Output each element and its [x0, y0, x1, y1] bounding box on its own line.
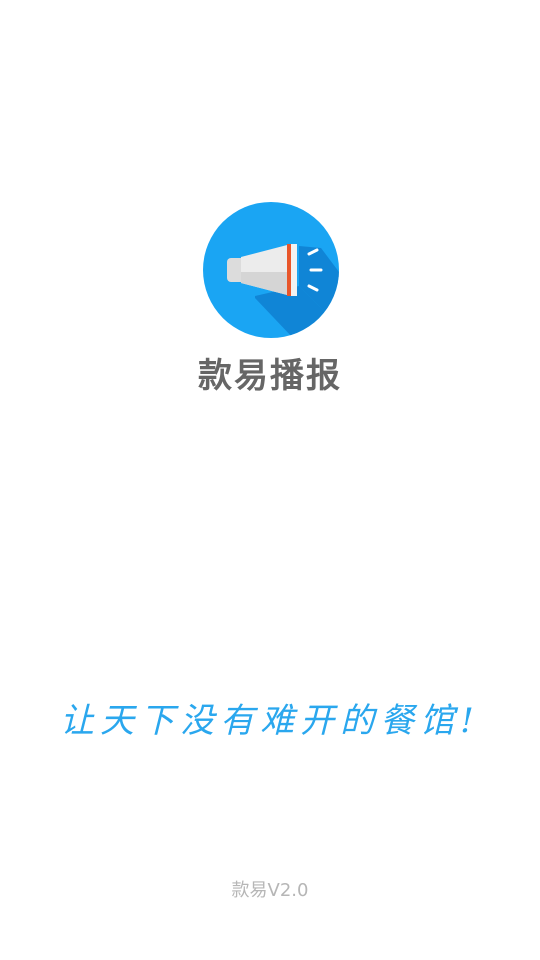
megaphone-stripe: [287, 244, 291, 296]
splash-screen: 款易播报 让天下没有难开的餐馆! 款易V2.0: [0, 0, 540, 960]
app-name: 款易播报: [198, 356, 342, 396]
app-logo: [203, 202, 339, 338]
version-label: 款易V2.0: [231, 880, 309, 901]
slogan-text: 让天下没有难开的餐馆!: [60, 701, 480, 741]
megaphone-icon: [203, 202, 339, 338]
